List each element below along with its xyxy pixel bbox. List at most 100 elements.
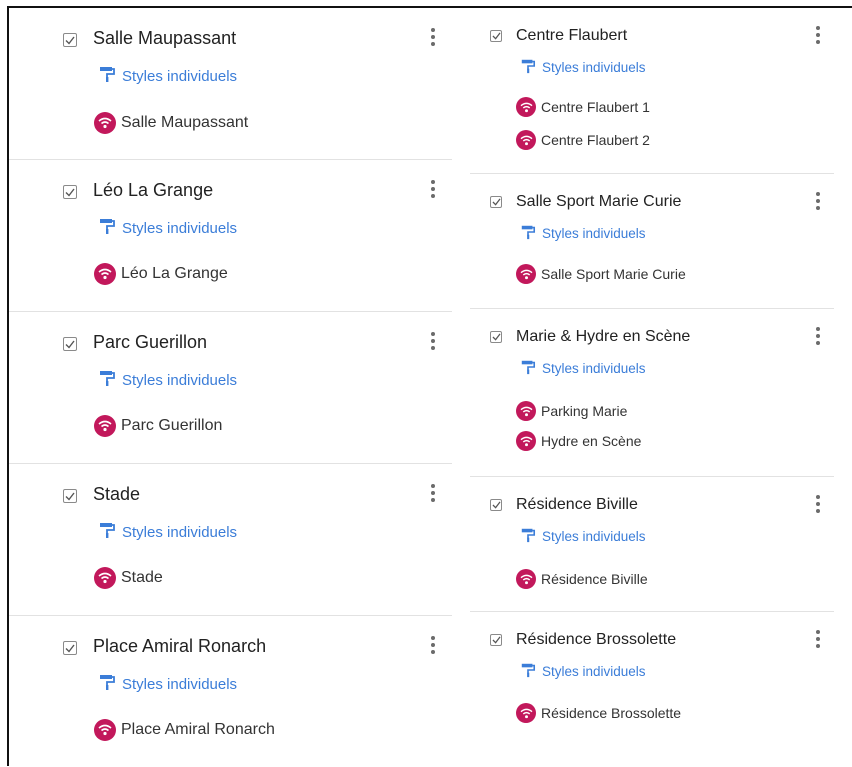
item-label: Léo La Grange — [121, 265, 228, 282]
item-label: Place Amiral Ronarch — [121, 721, 275, 738]
layer-title[interactable]: Parc Guerillon — [93, 332, 207, 353]
wifi-marker-icon — [94, 415, 116, 437]
layer-visibility-checkbox[interactable] — [63, 33, 77, 47]
layer-card: Parc Guerillon Styles individuels Parc G… — [9, 312, 452, 464]
individual-styles-label: Styles individuels — [542, 529, 646, 544]
wifi-marker-icon — [94, 112, 116, 134]
layer-item[interactable]: Place Amiral Ronarch — [94, 719, 275, 741]
more-options-icon[interactable] — [430, 28, 436, 49]
paint-roller-icon — [520, 359, 536, 378]
item-label: Parking Marie — [541, 403, 628, 419]
individual-styles-label: Styles individuels — [122, 219, 238, 237]
layer-item[interactable]: Résidence Brossolette — [516, 703, 681, 723]
wifi-marker-icon — [516, 97, 536, 117]
layer-item[interactable]: Salle Sport Marie Curie — [516, 264, 686, 284]
layer-title[interactable]: Place Amiral Ronarch — [93, 636, 266, 657]
item-label: Hydre en Scène — [541, 433, 642, 449]
layer-visibility-checkbox[interactable] — [63, 641, 77, 655]
layer-card: Résidence Brossolette Styles individuels… — [470, 612, 834, 732]
individual-styles-link[interactable]: Styles individuels — [520, 527, 646, 546]
individual-styles-label: Styles individuels — [542, 60, 646, 75]
layer-item[interactable]: Parking Marie — [516, 401, 627, 421]
more-options-icon[interactable] — [815, 26, 821, 47]
more-options-icon[interactable] — [815, 495, 821, 516]
individual-styles-link[interactable]: Styles individuels — [520, 224, 646, 243]
layer-item[interactable]: Parc Guerillon — [94, 415, 222, 437]
layer-item[interactable]: Stade — [94, 567, 163, 589]
layer-visibility-checkbox[interactable] — [490, 634, 502, 646]
individual-styles-link[interactable]: Styles individuels — [98, 65, 237, 87]
paint-roller-icon — [520, 58, 536, 77]
layer-visibility-checkbox[interactable] — [63, 185, 77, 199]
individual-styles-label: Styles individuels — [542, 226, 646, 241]
wifi-marker-icon — [94, 719, 116, 741]
more-options-icon[interactable] — [430, 484, 436, 505]
layer-title[interactable]: Résidence Brossolette — [516, 631, 676, 649]
layer-item[interactable]: Résidence Biville — [516, 569, 648, 589]
layers-column-left: Salle Maupassant Styles individuels Sall… — [9, 8, 452, 767]
wifi-marker-icon — [516, 401, 536, 421]
more-options-icon[interactable] — [815, 192, 821, 213]
item-label: Salle Maupassant — [121, 114, 249, 131]
individual-styles-label: Styles individuels — [122, 67, 238, 85]
layer-card: Centre Flaubert Styles individuels Centr… — [470, 8, 834, 174]
item-label: Salle Sport Marie Curie — [541, 266, 686, 282]
wifi-marker-icon — [516, 703, 536, 723]
individual-styles-link[interactable]: Styles individuels — [520, 359, 646, 378]
more-options-icon[interactable] — [430, 180, 436, 201]
layer-title[interactable]: Stade — [93, 484, 140, 505]
more-options-icon[interactable] — [815, 630, 821, 651]
layer-card: Résidence Biville Styles individuels Rés… — [470, 477, 834, 612]
more-options-icon[interactable] — [815, 327, 821, 348]
layer-item[interactable]: Léo La Grange — [94, 263, 228, 285]
paint-roller-icon — [98, 369, 116, 391]
wifi-marker-icon — [94, 263, 116, 285]
layer-visibility-checkbox[interactable] — [490, 30, 502, 42]
wifi-marker-icon — [94, 567, 116, 589]
individual-styles-link[interactable]: Styles individuels — [98, 521, 237, 543]
layer-card: Stade Styles individuels Stade — [9, 464, 452, 616]
wifi-marker-icon — [516, 569, 536, 589]
wifi-marker-icon — [516, 431, 536, 451]
layers-column-right: Centre Flaubert Styles individuels Centr… — [470, 8, 834, 732]
paint-roller-icon — [520, 224, 536, 243]
individual-styles-label: Styles individuels — [542, 361, 646, 376]
layer-visibility-checkbox[interactable] — [490, 196, 502, 208]
item-label: Parc Guerillon — [121, 417, 223, 434]
individual-styles-link[interactable]: Styles individuels — [520, 58, 646, 77]
layer-item[interactable]: Hydre en Scène — [516, 431, 641, 451]
individual-styles-link[interactable]: Styles individuels — [98, 673, 237, 695]
item-label: Résidence Biville — [541, 571, 648, 587]
item-label: Centre Flaubert 2 — [541, 132, 650, 148]
paint-roller-icon — [520, 527, 536, 546]
paint-roller-icon — [98, 217, 116, 239]
individual-styles-link[interactable]: Styles individuels — [98, 217, 237, 239]
layer-title[interactable]: Centre Flaubert — [516, 27, 627, 45]
layer-title[interactable]: Salle Maupassant — [93, 28, 236, 49]
layer-item[interactable]: Salle Maupassant — [94, 112, 248, 134]
more-options-icon[interactable] — [430, 636, 436, 657]
layer-card: Salle Sport Marie Curie Styles individue… — [470, 174, 834, 309]
layer-title[interactable]: Léo La Grange — [93, 180, 213, 201]
paint-roller-icon — [520, 662, 536, 681]
paint-roller-icon — [98, 521, 116, 543]
layer-visibility-checkbox[interactable] — [490, 331, 502, 343]
layer-card: Place Amiral Ronarch Styles individuels … — [9, 616, 452, 767]
layer-item[interactable]: Centre Flaubert 1 — [516, 97, 650, 117]
wifi-marker-icon — [516, 130, 536, 150]
individual-styles-link[interactable]: Styles individuels — [98, 369, 237, 391]
paint-roller-icon — [98, 673, 116, 695]
layer-title[interactable]: Marie & Hydre en Scène — [516, 328, 690, 346]
individual-styles-label: Styles individuels — [122, 371, 238, 389]
more-options-icon[interactable] — [430, 332, 436, 353]
item-label: Stade — [121, 569, 163, 586]
layer-card: Salle Maupassant Styles individuels Sall… — [9, 8, 452, 160]
layer-title[interactable]: Résidence Biville — [516, 496, 638, 514]
layer-item[interactable]: Centre Flaubert 2 — [516, 130, 650, 150]
layer-visibility-checkbox[interactable] — [63, 337, 77, 351]
layer-visibility-checkbox[interactable] — [63, 489, 77, 503]
individual-styles-link[interactable]: Styles individuels — [520, 662, 646, 681]
layer-visibility-checkbox[interactable] — [490, 499, 502, 511]
paint-roller-icon — [98, 65, 116, 87]
layer-title[interactable]: Salle Sport Marie Curie — [516, 193, 681, 211]
